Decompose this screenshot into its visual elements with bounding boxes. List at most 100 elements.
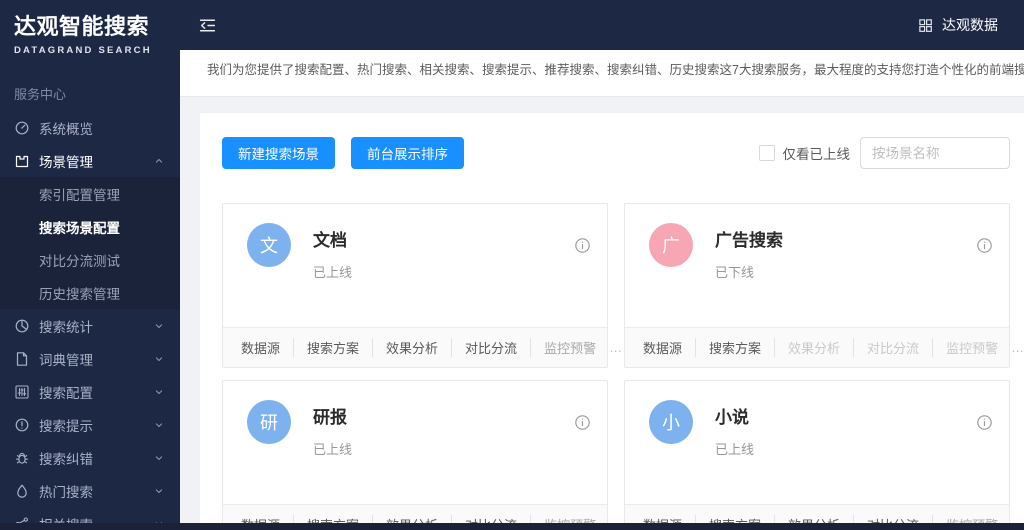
scene-management-submenu: 索引配置管理 搜索场景配置 对比分流测试 历史搜索管理 — [0, 177, 180, 309]
card-more-ellipsis[interactable]: … — [609, 340, 623, 355]
card-more-ellipsis[interactable]: … — [1011, 340, 1024, 355]
scene-avatar: 研 — [247, 400, 291, 444]
card-link-effect-analysis[interactable]: 效果分析 — [774, 338, 853, 357]
scene-avatar: 广 — [649, 223, 693, 267]
sidebar-item-index-config[interactable]: 索引配置管理 — [0, 177, 180, 210]
card-link-monitor-alert[interactable]: 监控预警 — [530, 338, 609, 357]
app: 达观智能搜索 DATAGRAND SEARCH 服务中心 系统概览 场景管理 索… — [0, 0, 1024, 530]
scene-card-novel[interactable]: 小 小说 已上线 数据源 搜索方案 效果分析 对比分流 监 — [624, 380, 1024, 530]
chevron-down-icon — [153, 386, 165, 398]
main-content: 我们为您提供了搜索配置、热门搜索、相关搜索、搜索提示、推荐搜索、搜索纠错、历史搜… — [180, 50, 1024, 530]
sidebar-item-label: 索引配置管理 — [39, 187, 120, 203]
chevron-down-icon — [153, 419, 165, 431]
scene-avatar: 小 — [649, 400, 693, 444]
card-link-ab-split[interactable]: 对比分流 — [451, 338, 530, 357]
info-icon[interactable] — [976, 237, 993, 254]
portal-link[interactable]: 达观数据 — [918, 15, 998, 35]
top-header: 达观数据 — [180, 0, 1024, 50]
display-sort-button[interactable]: 前台展示排序 — [351, 137, 464, 169]
pie-chart-icon — [14, 318, 30, 334]
scene-icon — [14, 153, 30, 169]
sidebar-item-system-overview[interactable]: 系统概览 — [0, 111, 180, 144]
card-body: 广 广告搜索 已下线 — [625, 204, 1009, 281]
sidebar-item-label: 词典管理 — [39, 352, 93, 368]
card-body: 文 文档 已上线 — [223, 204, 607, 281]
sidebar-item-history-search[interactable]: 历史搜索管理 — [0, 276, 180, 309]
card-info: 文档 已上线 — [313, 223, 352, 281]
service-intro-banner: 我们为您提供了搜索配置、热门搜索、相关搜索、搜索提示、推荐搜索、搜索纠错、历史搜… — [180, 50, 1024, 97]
card-footer: 数据源 搜索方案 效果分析 对比分流 监控预警 … — [223, 327, 622, 367]
chevron-down-icon — [153, 353, 165, 365]
banner-text: 我们为您提供了搜索配置、热门搜索、相关搜索、搜索提示、推荐搜索、搜索纠错、历史搜… — [207, 63, 1024, 77]
sidebar-item-label: 对比分流测试 — [39, 253, 120, 269]
sidebar-item-search-hint[interactable]: 搜索提示 — [0, 408, 180, 441]
brand-title: 达观智能搜索 — [14, 14, 150, 39]
brand-subtitle: DATAGRAND SEARCH — [14, 45, 152, 56]
sidebar-item-label: 热门搜索 — [39, 484, 93, 500]
card-link-monitor-alert[interactable]: 监控预警 — [932, 338, 1011, 357]
scene-status: 已上线 — [715, 442, 755, 457]
toolbar: 新建搜索场景 前台展示排序 仅看已上线 — [222, 137, 1024, 169]
scene-avatar: 文 — [247, 223, 291, 267]
card-footer: 数据源 搜索方案 效果分析 对比分流 监控预警 … — [625, 327, 1024, 367]
sliders-icon — [14, 384, 30, 400]
chevron-up-icon — [153, 155, 165, 167]
online-only-checkbox[interactable] — [758, 145, 775, 161]
sidebar: 达观智能搜索 DATAGRAND SEARCH 服务中心 系统概览 场景管理 索… — [0, 0, 180, 530]
fire-icon — [14, 483, 30, 499]
card-link-search-plan[interactable]: 搜索方案 — [695, 338, 774, 357]
card-info: 小说 已上线 — [715, 400, 754, 458]
bottom-strip — [0, 523, 1024, 530]
menu-fold-icon[interactable] — [198, 16, 217, 35]
card-link-datasource[interactable]: 数据源 — [241, 338, 293, 357]
new-scene-button[interactable]: 新建搜索场景 — [222, 137, 335, 169]
card-link-ab-split[interactable]: 对比分流 — [853, 338, 932, 357]
sidebar-item-label: 搜索纠错 — [39, 451, 93, 467]
sidebar-item-label: 搜索配置 — [39, 385, 93, 401]
sidebar-item-search-config[interactable]: 搜索配置 — [0, 375, 180, 408]
brand-logo: 达观智能搜索 DATAGRAND SEARCH — [0, 0, 180, 56]
alert-icon — [14, 417, 30, 433]
scene-status: 已上线 — [313, 442, 353, 457]
sidebar-item-label: 历史搜索管理 — [39, 286, 120, 302]
info-icon[interactable] — [574, 414, 591, 431]
scene-card-research-report[interactable]: 研 研报 已上线 数据源 搜索方案 效果分析 对比分流 监 — [222, 380, 622, 530]
card-info: 研报 已上线 — [313, 400, 352, 458]
bug-icon — [14, 450, 30, 466]
card-link-datasource[interactable]: 数据源 — [643, 338, 695, 357]
sidebar-item-label: 搜索提示 — [39, 418, 93, 434]
sidebar-item-label: 搜索统计 — [39, 319, 93, 335]
card-link-effect-analysis[interactable]: 效果分析 — [372, 338, 451, 357]
scene-card-grid: 文 文档 已上线 数据源 搜索方案 效果分析 对比分流 监控预警 … 广 广告搜… — [222, 203, 1024, 530]
sidebar-item-label: 搜索场景配置 — [39, 220, 120, 236]
sidebar-item-search-scene-config[interactable]: 搜索场景配置 — [0, 210, 180, 243]
sidebar-item-dictionary[interactable]: 词典管理 — [0, 342, 180, 375]
portal-label: 达观数据 — [942, 17, 998, 33]
card-info: 广告搜索 已下线 — [715, 223, 783, 281]
scene-status: 已下线 — [715, 265, 755, 280]
scene-status: 已上线 — [313, 265, 353, 280]
sidebar-item-search-correction[interactable]: 搜索纠错 — [0, 441, 180, 474]
card-link-search-plan[interactable]: 搜索方案 — [293, 338, 372, 357]
sidebar-item-ab-test[interactable]: 对比分流测试 — [0, 243, 180, 276]
scene-card-document[interactable]: 文 文档 已上线 数据源 搜索方案 效果分析 对比分流 监控预警 … — [222, 203, 622, 368]
scene-title: 文档 — [313, 231, 347, 250]
card-body: 小 小说 已上线 — [625, 381, 1009, 458]
scene-title: 广告搜索 — [715, 231, 783, 250]
sidebar-item-hot-search[interactable]: 热门搜索 — [0, 474, 180, 507]
online-only-label: 仅看已上线 — [782, 147, 851, 162]
sidebar-section-label: 服务中心 — [14, 87, 67, 102]
document-icon — [14, 351, 30, 367]
sidebar-item-scene-management[interactable]: 场景管理 — [0, 144, 180, 177]
scene-panel: 新建搜索场景 前台展示排序 仅看已上线 文 文档 已上线 — [200, 113, 1024, 530]
info-icon[interactable] — [976, 414, 993, 431]
sidebar-item-search-stats[interactable]: 搜索统计 — [0, 309, 180, 342]
sidebar-menu: 系统概览 场景管理 索引配置管理 搜索场景配置 对比分流测试 历史搜索管理 搜索… — [0, 111, 180, 530]
sidebar-item-label: 场景管理 — [39, 154, 93, 170]
card-body: 研 研报 已上线 — [223, 381, 607, 458]
scene-card-ad-search[interactable]: 广 广告搜索 已下线 数据源 搜索方案 效果分析 对比分流 监控预警 … — [624, 203, 1024, 368]
chevron-down-icon — [153, 320, 165, 332]
chevron-down-icon — [153, 452, 165, 464]
info-icon[interactable] — [574, 237, 591, 254]
scene-name-search-input[interactable] — [860, 137, 1010, 169]
